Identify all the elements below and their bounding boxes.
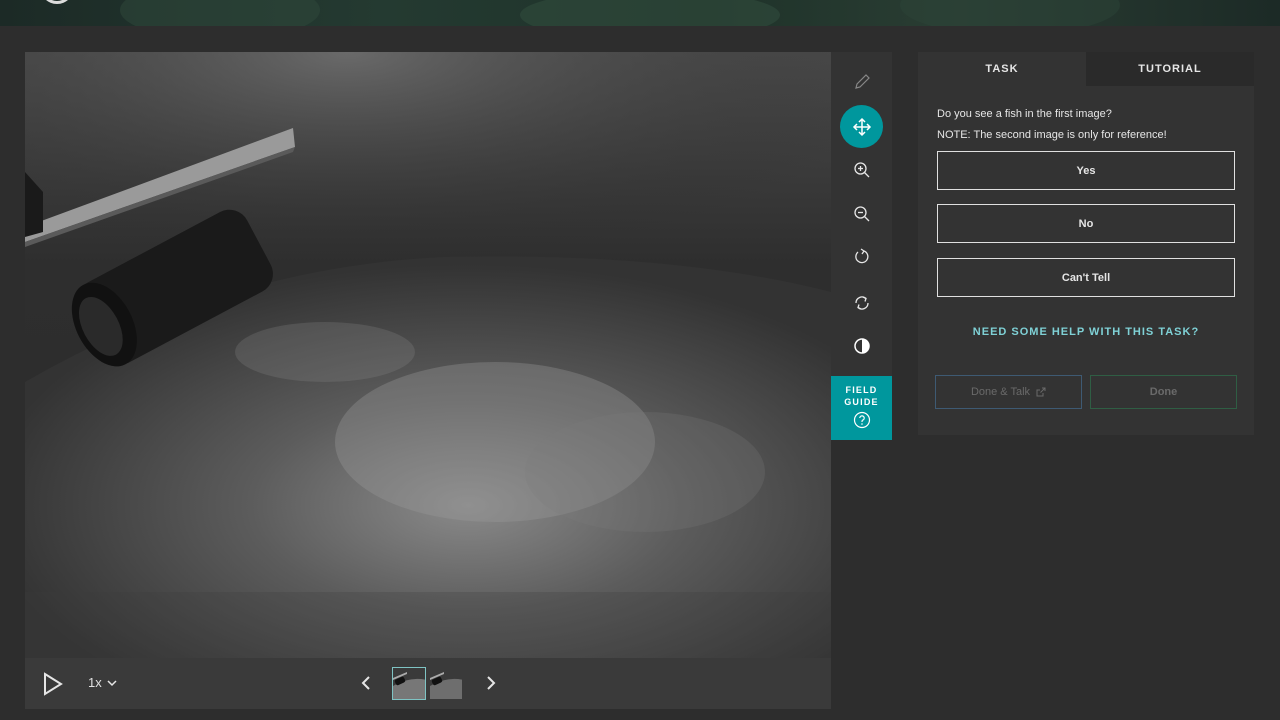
banner-decoration — [120, 0, 320, 26]
play-button[interactable] — [39, 671, 65, 697]
subject-image[interactable] — [25, 52, 831, 658]
done-button[interactable]: Done — [1090, 375, 1237, 409]
answer-yes-button[interactable]: Yes — [937, 151, 1235, 190]
help-link[interactable]: NEED SOME HELP WITH THIS TASK? — [918, 326, 1254, 338]
task-question: Do you see a fish in the first image? — [937, 108, 1112, 120]
speed-value: 1x — [88, 675, 102, 690]
frame-thumbnail-1[interactable] — [392, 667, 426, 700]
thumbnail-image — [430, 668, 462, 699]
thumbnail-image — [393, 668, 425, 699]
rotate-icon — [854, 247, 868, 263]
header-banner — [0, 0, 1280, 26]
task-note: NOTE: The second image is only for refer… — [937, 129, 1167, 141]
reset-icon — [854, 295, 869, 310]
reset-view-button[interactable] — [840, 281, 883, 324]
task-panel: TASK TUTORIAL Do you see a fish in the f… — [918, 52, 1254, 435]
banner-decoration — [520, 0, 780, 26]
annotate-tool-button[interactable] — [840, 60, 883, 103]
help-circle-icon — [853, 411, 870, 429]
field-guide-button[interactable]: FIELD GUIDE — [831, 376, 892, 440]
zoom-out-button[interactable] — [840, 192, 883, 235]
invert-colors-button[interactable] — [840, 324, 883, 367]
panel-tabs: TASK TUTORIAL — [918, 52, 1254, 86]
chevron-right-icon — [487, 676, 496, 690]
invert-icon — [853, 337, 870, 354]
banner-decoration — [900, 0, 1120, 26]
speed-select[interactable]: 1x — [88, 675, 117, 690]
frame-thumbnail-2[interactable] — [429, 667, 463, 700]
tab-task[interactable]: TASK — [918, 52, 1086, 86]
move-tool-button[interactable] — [840, 105, 883, 148]
tab-tutorial[interactable]: TUTORIAL — [1086, 52, 1254, 86]
external-link-icon — [1036, 387, 1046, 397]
done-and-talk-button[interactable]: Done & Talk — [935, 375, 1082, 409]
underwater-photo — [25, 52, 831, 658]
pencil-icon — [854, 73, 870, 89]
done-and-talk-label: Done & Talk — [970, 386, 1031, 398]
zoom-in-icon — [853, 161, 869, 177]
chevron-down-icon — [107, 679, 117, 686]
answer-cant-tell-button[interactable]: Can't Tell — [937, 258, 1235, 297]
site-logo[interactable] — [40, 0, 74, 4]
rotate-button[interactable] — [840, 235, 883, 278]
zoom-in-button[interactable] — [840, 148, 883, 191]
answer-no-button[interactable]: No — [937, 204, 1235, 243]
zoom-out-icon — [853, 205, 869, 221]
move-icon — [852, 117, 871, 136]
chevron-left-icon — [361, 676, 370, 690]
playback-controls: 1x — [25, 658, 831, 709]
previous-frame-button[interactable] — [356, 672, 376, 694]
play-icon — [44, 672, 63, 696]
next-frame-button[interactable] — [481, 672, 501, 694]
field-guide-label: FIELD GUIDE — [844, 385, 879, 407]
